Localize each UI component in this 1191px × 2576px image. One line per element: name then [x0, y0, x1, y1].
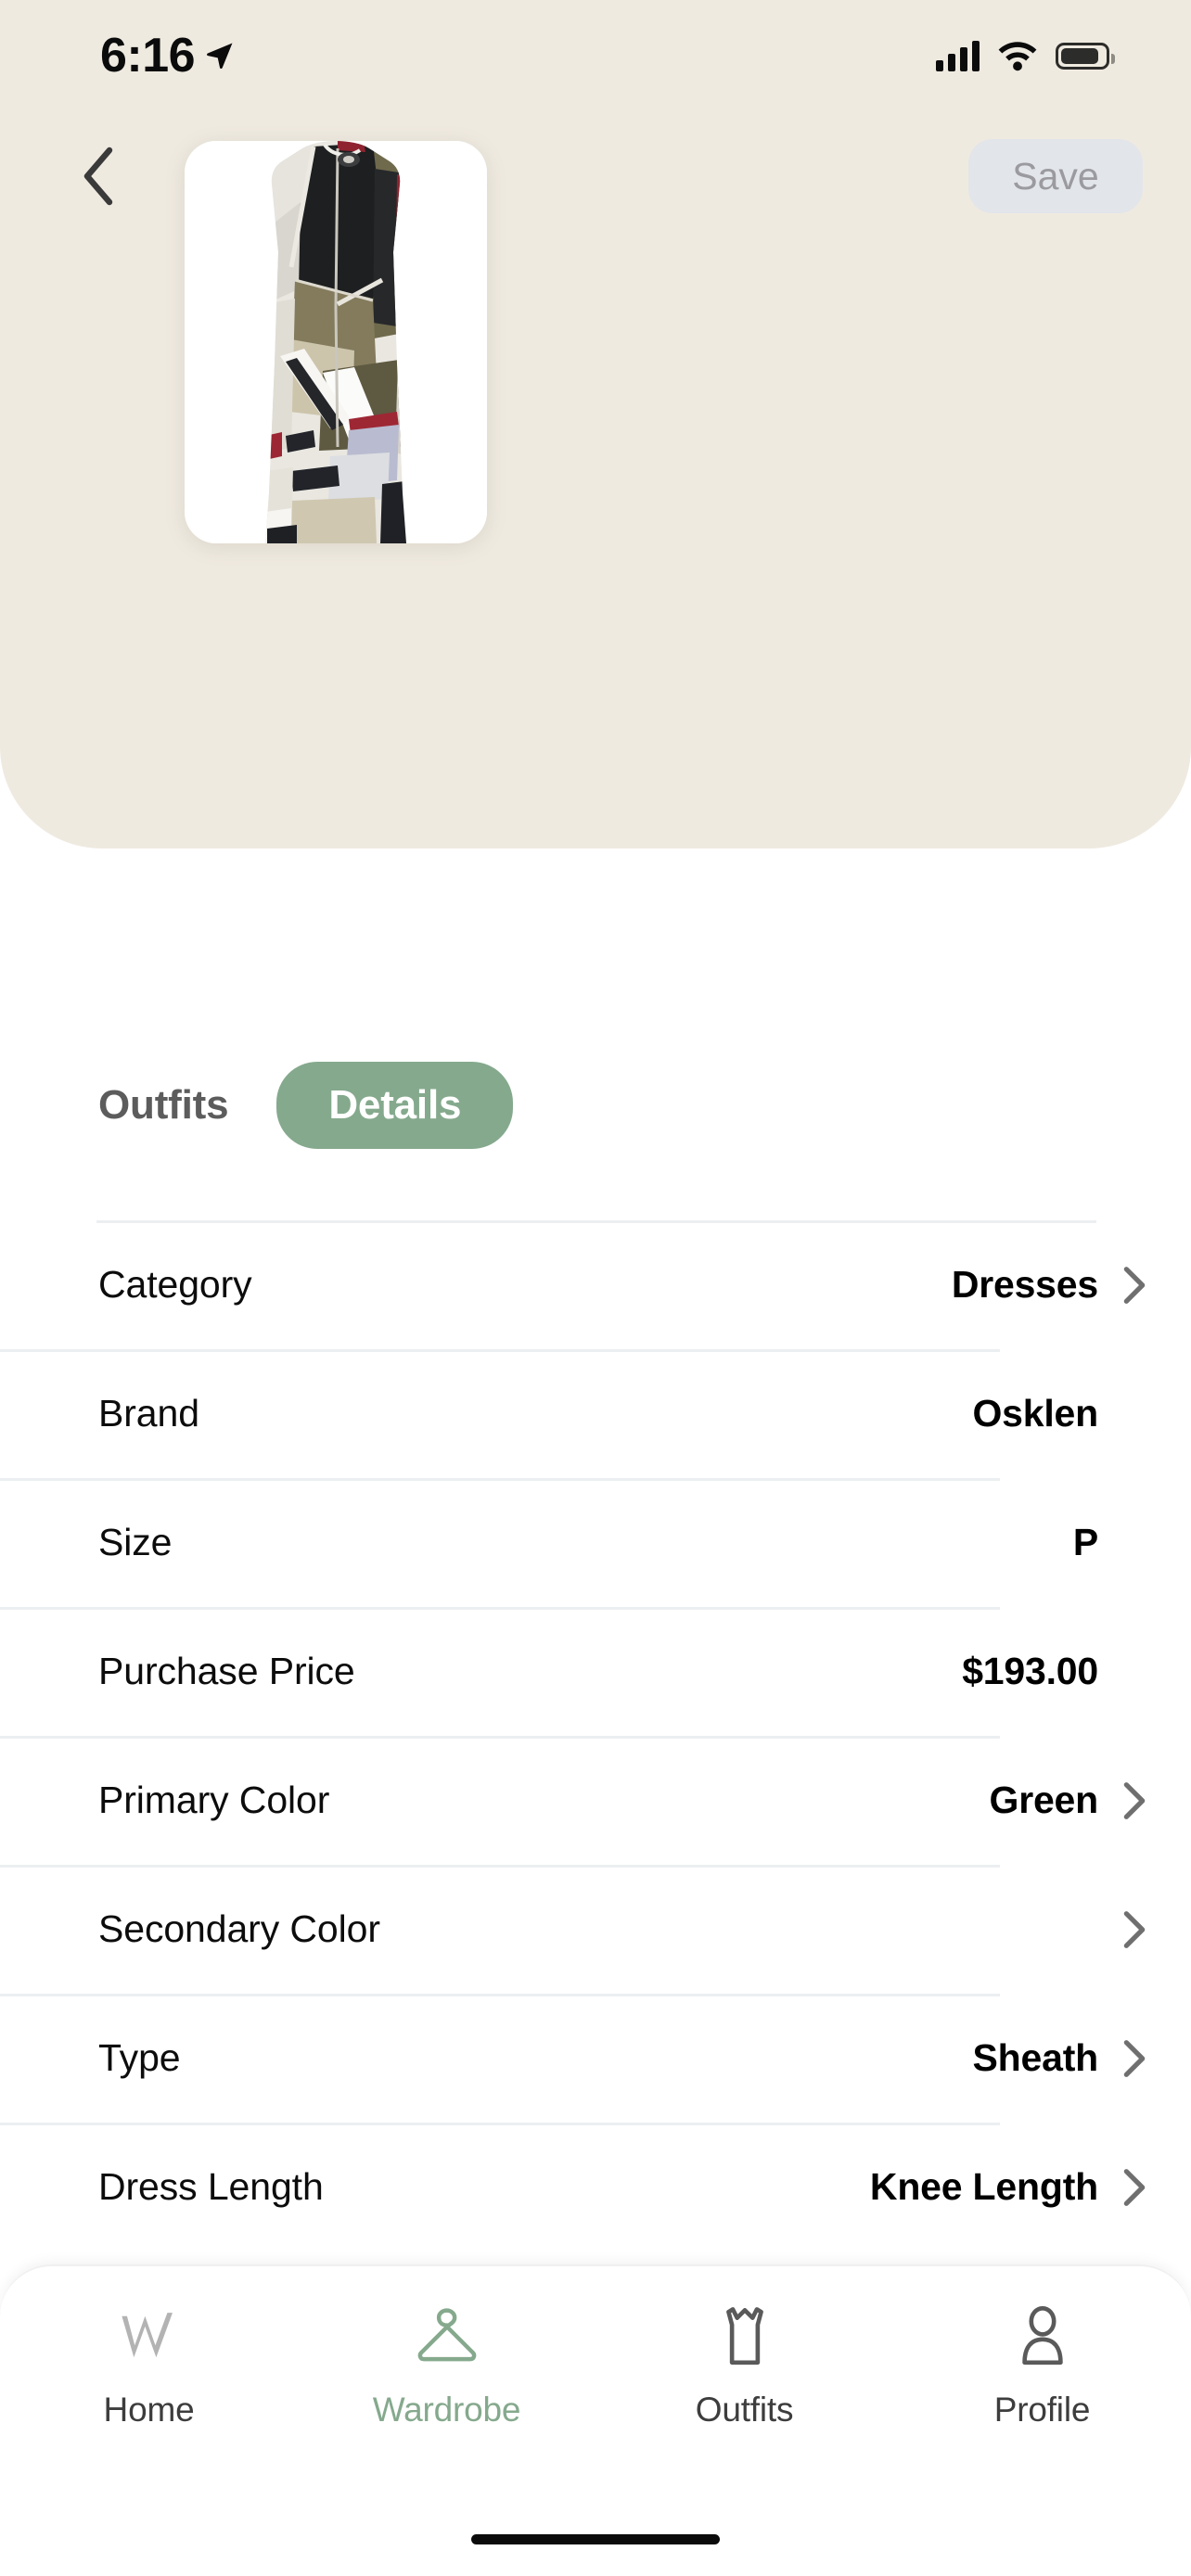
status-time: 6:16	[100, 29, 196, 83]
row-label: Purchase Price	[98, 1650, 355, 1692]
table-row[interactable]: Category Dresses	[0, 1220, 1191, 1349]
item-photo	[185, 141, 487, 543]
row-value: Dresses	[951, 1263, 1098, 1306]
row-label: Secondary Color	[98, 1907, 380, 1950]
row-value-group	[1098, 1909, 1146, 1950]
row-value: $193.00	[962, 1650, 1098, 1692]
row-label: Type	[98, 2036, 181, 2079]
row-value-group: Knee Length	[870, 2165, 1146, 2209]
location-arrow-icon	[207, 43, 233, 70]
table-row[interactable]: Brand Osklen	[0, 1349, 1191, 1478]
status-bar: 6:16	[0, 0, 1191, 111]
chevron-right-icon	[1123, 1266, 1146, 1304]
row-value: P	[1072, 1521, 1098, 1563]
w-logo-icon	[115, 2298, 184, 2376]
tab-label: Wardrobe	[372, 2391, 521, 2429]
wifi-icon	[998, 42, 1037, 71]
save-button[interactable]: Save	[968, 139, 1143, 213]
battery-icon	[1056, 42, 1115, 70]
tab-outfits[interactable]: Outfits	[601, 2298, 887, 2429]
tab-outfits[interactable]: Outfits	[93, 1071, 234, 1140]
tab-label: Outfits	[695, 2391, 794, 2429]
tab-home[interactable]: Home	[6, 2298, 291, 2429]
row-label: Dress Length	[98, 2165, 324, 2208]
tab-label: Home	[103, 2391, 195, 2429]
hanger-icon	[411, 2298, 483, 2376]
chevron-right-icon	[1123, 1910, 1146, 1948]
table-row[interactable]: Purchase Price $193.00	[0, 1607, 1191, 1736]
row-value-group: Sheath	[973, 2036, 1147, 2080]
row-value-group: Green	[990, 1779, 1147, 1822]
chevron-right-icon	[1123, 1781, 1146, 1819]
table-row[interactable]: Secondary Color	[0, 1865, 1191, 1994]
tab-details[interactable]: Details	[276, 1062, 514, 1149]
dress-illustration	[265, 141, 406, 543]
table-row[interactable]: Dress Length Knee Length	[0, 2123, 1191, 2251]
chevron-right-icon	[1123, 2039, 1146, 2077]
back-button[interactable]	[56, 134, 141, 219]
row-value: Knee Length	[869, 2165, 1098, 2208]
row-label: Size	[98, 1521, 173, 1563]
table-row[interactable]: Size P	[0, 1478, 1191, 1607]
tab-profile[interactable]: Profile	[899, 2298, 1185, 2429]
tab-wardrobe[interactable]: Wardrobe	[303, 2298, 589, 2429]
row-label: Category	[98, 1263, 252, 1306]
status-bar-left: 6:16	[100, 28, 236, 83]
cellular-bars-icon	[936, 40, 980, 71]
details-list: Category Dresses Brand Osklen Size P Pur…	[0, 1220, 1191, 2251]
navigation-bar: Save	[0, 121, 1191, 232]
app-screen: 6:16 Save Outfits Details Category Dress…	[0, 0, 1191, 2576]
row-value-group: Osklen	[972, 1392, 1146, 1435]
person-icon	[1010, 2298, 1075, 2376]
home-indicator	[471, 2534, 720, 2544]
row-value: Green	[989, 1779, 1099, 1821]
detail-tabs: Outfits Details	[0, 1044, 1191, 1167]
row-label: Primary Color	[98, 1779, 330, 1821]
row-value-group: P	[1073, 1521, 1146, 1564]
chevron-right-icon	[1123, 2168, 1146, 2206]
bottom-tab-bar: Home Wardrobe Outfits Profile	[0, 2264, 1191, 2576]
row-label: Brand	[98, 1392, 199, 1435]
table-row[interactable]: Type Sheath	[0, 1994, 1191, 2123]
item-image-card[interactable]	[185, 141, 487, 543]
row-value: Osklen	[972, 1392, 1098, 1435]
row-value: Sheath	[972, 2036, 1099, 2079]
tshirt-icon	[711, 2298, 778, 2376]
row-value-group: Dresses	[952, 1263, 1146, 1307]
status-bar-right	[936, 40, 1115, 71]
table-row[interactable]: Primary Color Green	[0, 1736, 1191, 1865]
tab-label: Profile	[993, 2391, 1091, 2429]
chevron-left-icon	[83, 147, 113, 206]
row-value-group: $193.00	[962, 1650, 1146, 1693]
